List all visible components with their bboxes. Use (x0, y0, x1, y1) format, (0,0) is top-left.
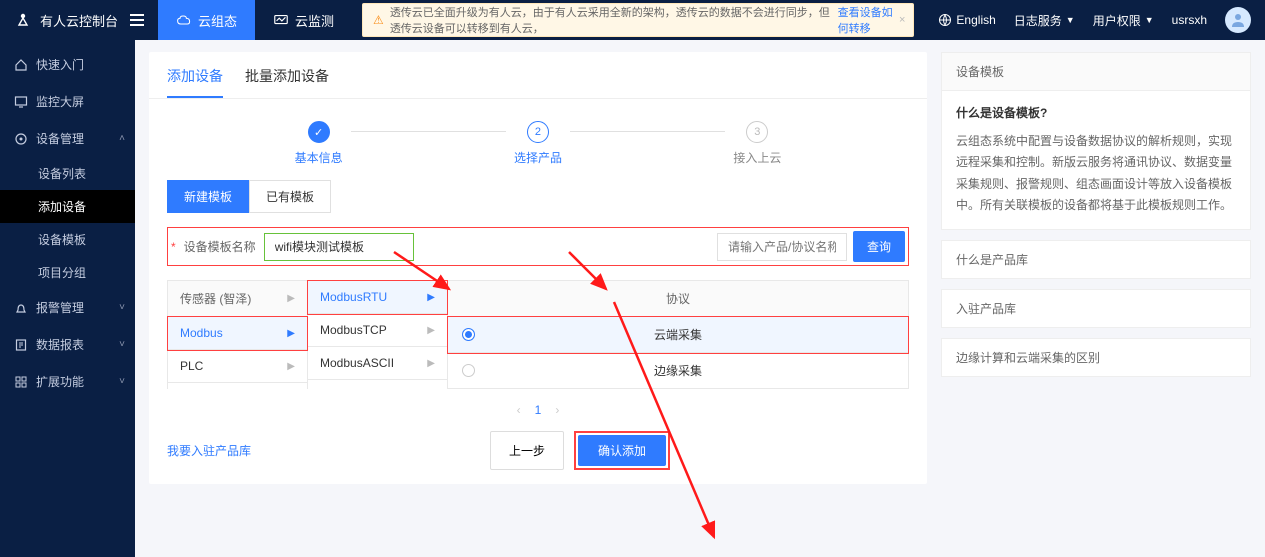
page-current[interactable]: 1 (535, 403, 542, 417)
sidebar-item-report[interactable]: 数据报表 ˅ (0, 326, 135, 363)
tab-add-single[interactable]: 添加设备 (167, 66, 223, 98)
bell-icon (14, 301, 28, 315)
panel-q4[interactable]: 边缘计算和云端采集的区别 (941, 338, 1251, 377)
right-panel: 设备模板 什么是设备模板? 云组态系统中配置与设备数据协议的解析规则，实现远程采… (941, 52, 1251, 377)
pagination: ‹ 1 › (167, 389, 909, 431)
menu-toggle-icon[interactable] (130, 14, 144, 26)
sidebar-item-device-list[interactable]: 设备列表 (0, 157, 135, 190)
proto-option-edge[interactable]: 边缘采集 (448, 353, 908, 389)
sidebar-item-project-group[interactable]: 项目分组 (0, 256, 135, 289)
user-perm[interactable]: 用户权限▼ (1093, 12, 1154, 29)
device-icon (14, 132, 28, 146)
col2-item-modbusascii[interactable]: ModbusASCII▶ (308, 347, 447, 380)
name-row: * 设备模板名称 查询 (167, 227, 909, 266)
selector-grid: 传感器 (智泽)▶ Modbus▶ PLC▶ ModbusRTU▶ Modbus… (167, 280, 909, 389)
screen-icon (14, 95, 28, 109)
panel-q3[interactable]: 入驻产品库 (941, 289, 1251, 328)
page-next[interactable]: › (555, 403, 559, 417)
proto-option-cloud[interactable]: 云端采集 (448, 317, 908, 353)
sidebar-item-quickstart[interactable]: 快速入门 (0, 46, 135, 83)
subtab-new-tpl[interactable]: 新建模板 (167, 180, 249, 213)
username[interactable]: usrsxh (1172, 13, 1207, 27)
notice-link[interactable]: 查看设备如何转移 (838, 4, 904, 36)
prev-button[interactable]: 上一步 (490, 431, 564, 470)
step-1-icon: ✓ (308, 121, 330, 143)
topnav-cloud-config[interactable]: 云组态 (158, 0, 255, 40)
topnav-label: 云监测 (295, 11, 334, 30)
step-3-icon: 3 (746, 121, 768, 143)
topnav-label: 云组态 (198, 11, 237, 30)
col2-item-modbustcp[interactable]: ModbusTCP▶ (308, 314, 447, 347)
sidebar-item-extend[interactable]: 扩展功能 ˅ (0, 363, 135, 400)
sidebar-item-device-tpl[interactable]: 设备模板 (0, 223, 135, 256)
page-prev[interactable]: ‹ (517, 403, 521, 417)
tab-add-batch[interactable]: 批量添加设备 (245, 66, 329, 98)
warn-icon: ⚠ (373, 13, 384, 27)
radio-on-icon (462, 328, 475, 341)
chevron-up-icon: ˄ (119, 133, 125, 144)
step-1-label: 基本信息 (295, 149, 343, 166)
sidebar-item-bigscreen[interactable]: 监控大屏 (0, 83, 135, 120)
notice-bar: ⚠ 透传云已全面升级为有人云，由于有人云采用全新的架构，透传云的数据不会进行同步… (362, 3, 914, 37)
cloud-icon (176, 13, 192, 27)
step-2-icon: 2 (527, 121, 549, 143)
confirm-button[interactable]: 确认添加 (578, 435, 666, 466)
avatar[interactable] (1225, 7, 1251, 33)
panel-q2[interactable]: 什么是产品库 (941, 240, 1251, 279)
brand-title: 有人云控制台 (40, 11, 118, 30)
log-service[interactable]: 日志服务▼ (1014, 12, 1075, 29)
sidebar-item-alarm[interactable]: 报警管理 ˅ (0, 289, 135, 326)
chevron-down-icon: ˅ (119, 376, 125, 387)
panel-q1: 什么是设备模板? (956, 103, 1236, 125)
brand-icon (14, 11, 32, 29)
brand: 有人云控制台 (0, 11, 158, 30)
sidebar-item-device-mgmt[interactable]: 设备管理 ˄ (0, 120, 135, 157)
col1-item-modbus[interactable]: Modbus▶ (168, 317, 307, 350)
search-button[interactable]: 查询 (853, 231, 905, 262)
panel-a1: 云组态系统中配置与设备数据协议的解析规则，实现远程采集和控制。新版云服务将通讯协… (956, 131, 1236, 217)
chevron-down-icon: ˅ (119, 339, 125, 350)
col1-header: 传感器 (智泽)▶ (168, 281, 307, 317)
tpl-name-label: 设备模板名称 (184, 238, 256, 255)
step-2-label: 选择产品 (514, 149, 562, 166)
globe-icon (938, 13, 952, 27)
chevron-down-icon: ˅ (119, 302, 125, 313)
step-3-label: 接入上云 (733, 149, 781, 166)
search-input[interactable] (717, 233, 847, 261)
sidebar-item-add-device[interactable]: 添加设备 (0, 190, 135, 223)
radio-off-icon (462, 364, 475, 377)
panel-title: 设备模板 (942, 53, 1250, 91)
col1-item-plc[interactable]: PLC▶ (168, 350, 307, 383)
notice-text: 透传云已全面升级为有人云，由于有人云采用全新的架构，透传云的数据不会进行同步，但… (390, 4, 834, 36)
proto-header: 协议 (448, 281, 908, 317)
steps: ✓ 基本信息 2 选择产品 3 接入上云 (149, 99, 927, 180)
topnav-cloud-monitor[interactable]: 云监测 (255, 0, 352, 40)
col2-item-modbusrtu[interactable]: ModbusRTU▶ (308, 281, 447, 314)
close-icon[interactable]: × (899, 14, 905, 26)
main-card: 添加设备 批量添加设备 ✓基本信息 2选择产品 3接入上云 新建模板 已有模板 … (149, 52, 927, 484)
home-icon (14, 58, 28, 72)
monitor-icon (273, 13, 289, 27)
report-icon (14, 338, 28, 352)
sidebar: 快速入门 监控大屏 设备管理 ˄ 设备列表 添加设备 设备模板 项目分组 报警管… (0, 40, 135, 557)
footer-link-enroll[interactable]: 我要入驻产品库 (167, 442, 251, 459)
tpl-name-input[interactable] (264, 233, 414, 261)
grid-icon (14, 375, 28, 389)
subtab-exist-tpl[interactable]: 已有模板 (249, 180, 331, 213)
required-star: * (171, 240, 176, 254)
lang-switch[interactable]: English (938, 13, 995, 27)
